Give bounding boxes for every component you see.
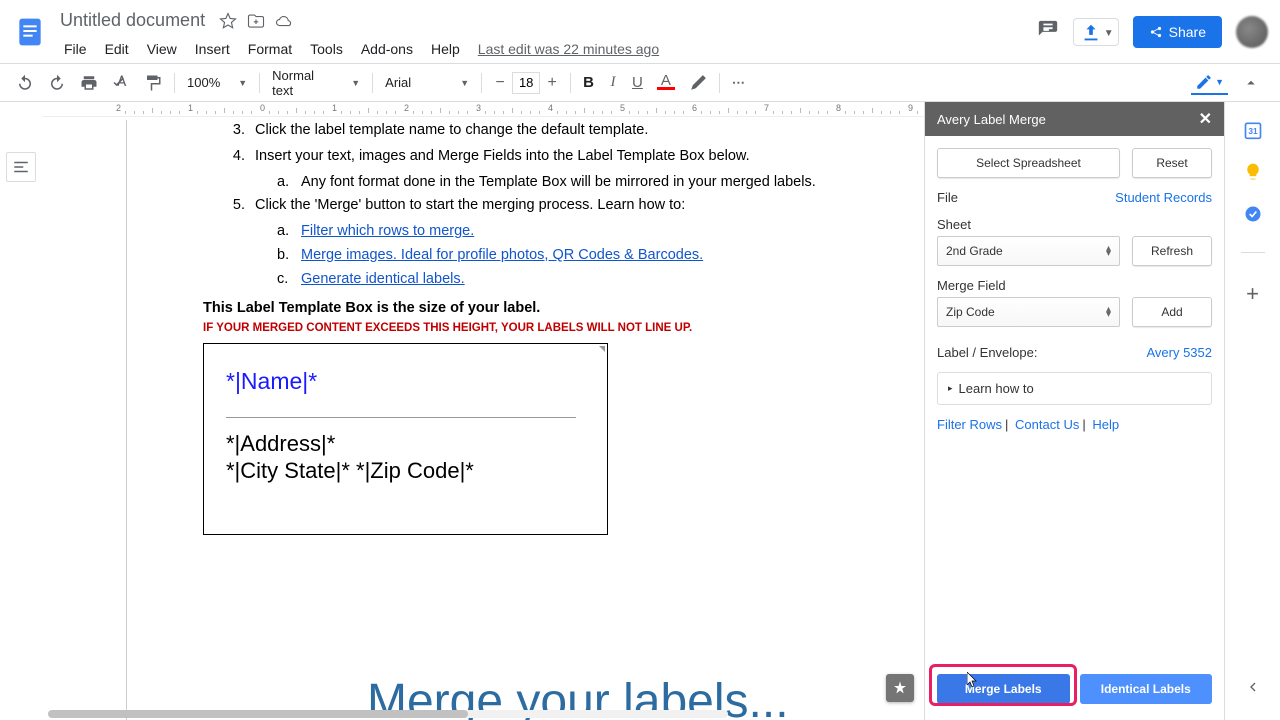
cloud-status-icon[interactable] <box>275 12 293 30</box>
menu-format[interactable]: Format <box>240 37 300 61</box>
menu-file[interactable]: File <box>56 37 95 61</box>
hide-menus-button[interactable] <box>1236 70 1266 96</box>
hide-side-panel-button[interactable] <box>1245 679 1261 700</box>
refresh-button[interactable]: Refresh <box>1132 236 1212 266</box>
label-template-box[interactable]: *|Name|* *|Address|* *|City State|* *|Zi… <box>203 343 608 535</box>
menu-bar: File Edit View Insert Format Tools Add-o… <box>56 37 659 61</box>
highlight-button[interactable] <box>683 70 713 96</box>
identical-labels-button[interactable]: Identical Labels <box>1080 674 1213 704</box>
sheet-label: Sheet <box>937 217 1212 232</box>
move-icon[interactable] <box>247 12 265 30</box>
star-icon[interactable] <box>219 12 237 30</box>
ruler[interactable]: 2101234567891011 <box>42 102 924 117</box>
label-envelope-label: Label / Envelope: <box>937 345 1037 360</box>
reset-button[interactable]: Reset <box>1132 148 1212 178</box>
cursor-icon <box>967 672 979 688</box>
merge-field-address[interactable]: *|Address|* <box>226 430 585 458</box>
close-icon[interactable]: ✕ <box>1199 109 1212 129</box>
sidepanel-links: Filter Rows| Contact Us| Help <box>937 417 1212 432</box>
label-envelope-value[interactable]: Avery 5352 <box>1146 345 1212 360</box>
print-button[interactable] <box>74 70 104 96</box>
sidepanel-header: Avery Label Merge ✕ <box>925 102 1224 136</box>
file-value-link[interactable]: Student Records <box>1115 190 1212 205</box>
right-rail: 31 + <box>1224 102 1280 720</box>
table-handle-icon[interactable] <box>599 346 605 352</box>
document-area[interactable]: 2101234567891011 3.Click the label templ… <box>42 102 924 720</box>
tasks-icon[interactable] <box>1243 204 1263 224</box>
calendar-icon[interactable]: 31 <box>1243 120 1263 140</box>
bold-button[interactable]: B <box>577 70 600 96</box>
menu-addons[interactable]: Add-ons <box>353 37 421 61</box>
left-gutter <box>0 102 42 720</box>
sidepanel-footer: Merge Labels Identical Labels <box>925 664 1224 720</box>
contact-us-link[interactable]: Contact Us <box>1015 417 1079 432</box>
add-field-button[interactable]: Add <box>1132 297 1212 327</box>
paragraph-style-select[interactable]: Normal text▼ <box>266 66 366 100</box>
comments-icon[interactable] <box>1037 19 1059 46</box>
text-color-button[interactable]: A <box>651 70 681 96</box>
merge-field-city[interactable]: *|City State|* *|Zip Code|* <box>226 457 585 485</box>
font-size-input[interactable] <box>512 72 540 94</box>
merge-field-select[interactable]: Zip Code▴▾ <box>937 297 1120 327</box>
menu-tools[interactable]: Tools <box>302 37 351 61</box>
menu-view[interactable]: View <box>139 37 185 61</box>
select-spreadsheet-button[interactable]: Select Spreadsheet <box>937 148 1120 178</box>
learn-how-expand[interactable]: ▸Learn how to <box>937 372 1212 405</box>
sheet-select[interactable]: 2nd Grade▴▾ <box>937 236 1120 266</box>
doc-step-4a: Any font format done in the Template Box… <box>301 172 816 194</box>
merge-field-name[interactable]: *|Name|* <box>226 364 576 418</box>
file-label: File <box>937 190 958 205</box>
document-title[interactable]: Untitled document <box>56 8 209 33</box>
horizontal-scrollbar[interactable] <box>48 710 728 718</box>
redo-button[interactable] <box>42 70 72 96</box>
link-identical[interactable]: Generate identical labels. <box>301 269 465 291</box>
explore-button[interactable] <box>886 674 914 702</box>
get-addons-button[interactable]: + <box>1246 281 1259 307</box>
merge-labels-button[interactable]: Merge Labels <box>937 674 1070 704</box>
keep-icon[interactable] <box>1243 162 1263 182</box>
outline-toggle-button[interactable] <box>6 152 36 182</box>
undo-button[interactable] <box>10 70 40 96</box>
filter-rows-link[interactable]: Filter Rows <box>937 417 1002 432</box>
paint-format-button[interactable] <box>138 70 168 96</box>
merge-field-label: Merge Field <box>937 278 1212 293</box>
doc-step-4: Insert your text, images and Merge Field… <box>255 146 750 168</box>
share-button[interactable]: Share <box>1133 16 1222 48</box>
link-filter-rows[interactable]: Filter which rows to merge. <box>301 221 474 243</box>
document-page[interactable]: 3.Click the label template name to chang… <box>126 120 924 720</box>
font-size-controls: − + <box>488 71 564 95</box>
sidepanel-title: Avery Label Merge <box>937 112 1046 127</box>
more-toolbar-button[interactable]: ⋯ <box>726 70 753 96</box>
link-merge-images[interactable]: Merge images. Ideal for profile photos, … <box>301 245 703 267</box>
spellcheck-button[interactable] <box>106 70 136 96</box>
label-template-warning: IF YOUR MERGED CONTENT EXCEEDS THIS HEIG… <box>203 320 878 337</box>
title-bar: Untitled document File Edit View Insert … <box>0 0 1280 64</box>
help-link[interactable]: Help <box>1092 417 1119 432</box>
zoom-select[interactable]: 100%▼ <box>181 73 253 92</box>
last-edit-link[interactable]: Last edit was 22 minutes ago <box>478 41 659 57</box>
font-size-increase[interactable]: + <box>540 71 564 95</box>
italic-button[interactable]: I <box>602 70 624 96</box>
label-template-heading: This Label Template Box is the size of y… <box>203 298 878 320</box>
svg-text:31: 31 <box>1248 126 1258 136</box>
upload-button[interactable]: ▼ <box>1073 18 1119 46</box>
menu-edit[interactable]: Edit <box>97 37 137 61</box>
docs-logo-icon[interactable] <box>12 14 48 50</box>
account-avatar[interactable] <box>1236 16 1268 48</box>
underline-button[interactable]: U <box>626 70 649 96</box>
editing-mode-button[interactable]: ▼ <box>1191 71 1228 95</box>
addon-sidepanel: Avery Label Merge ✕ Select Spreadsheet R… <box>924 102 1224 720</box>
menu-help[interactable]: Help <box>423 37 468 61</box>
doc-step-3: Click the label template name to change … <box>255 120 648 142</box>
font-select[interactable]: Arial▼ <box>379 73 475 92</box>
font-size-decrease[interactable]: − <box>488 71 512 95</box>
menu-insert[interactable]: Insert <box>187 37 238 61</box>
doc-step-5: Click the 'Merge' button to start the me… <box>255 195 685 217</box>
toolbar: 100%▼ Normal text▼ Arial▼ − + B I U A ⋯ … <box>0 64 1280 102</box>
